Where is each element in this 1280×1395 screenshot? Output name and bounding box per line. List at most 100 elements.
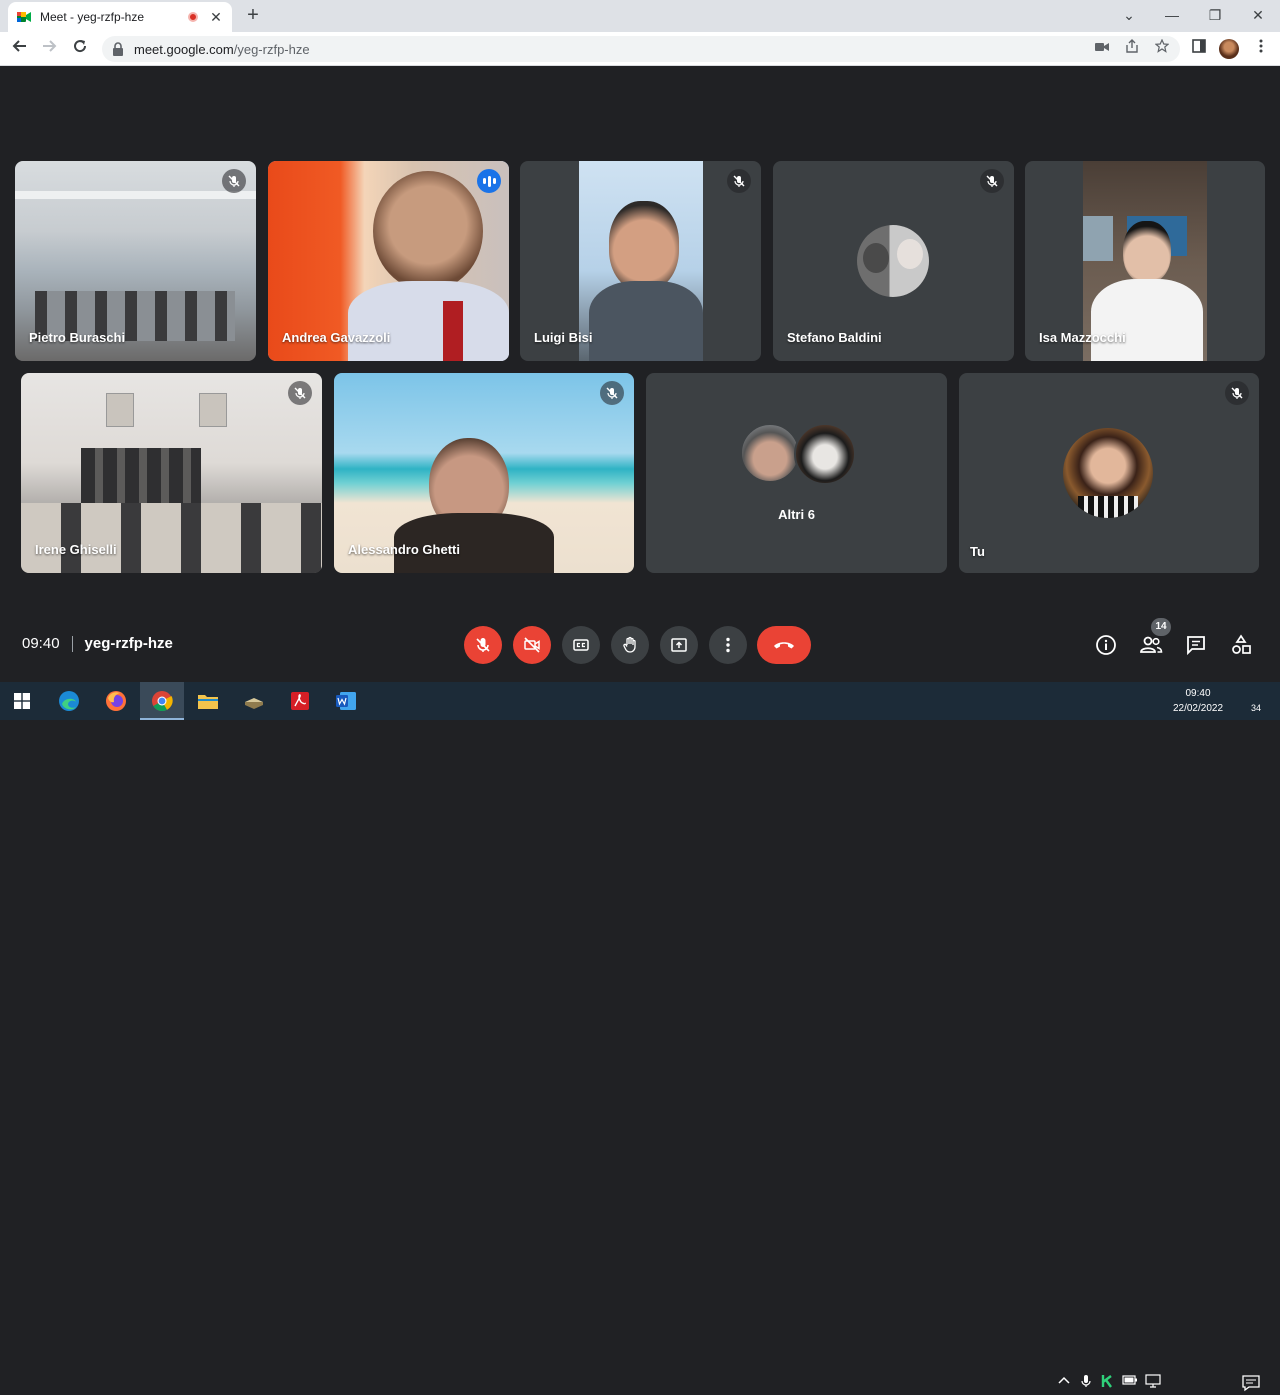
chat-icon	[1187, 636, 1205, 656]
camera-in-use-button[interactable]	[1091, 37, 1113, 59]
closed-captions-icon	[573, 639, 589, 651]
windows-taskbar	[0, 682, 1280, 1392]
browser-tab-bar: Meet - yeg-rzfp-hze ✕ + ⌄ — ❐ ✕	[0, 0, 1280, 32]
firefox-taskbar-button[interactable]	[105, 690, 127, 712]
file-explorer-taskbar-button[interactable]	[197, 690, 219, 712]
side-panel-icon	[1192, 39, 1206, 53]
meeting-time: 09:40	[22, 635, 60, 652]
participant-tile[interactable]: Stefano Baldini	[773, 161, 1014, 361]
forward-button[interactable]	[38, 38, 60, 60]
captions-button[interactable]	[562, 626, 600, 664]
divider	[71, 635, 73, 652]
mic-off-icon	[476, 638, 490, 652]
mic-icon	[1081, 1375, 1091, 1387]
meeting-code: yeg-rzfp-hze	[84, 635, 173, 652]
share-icon	[1126, 39, 1138, 53]
reload-button[interactable]	[69, 38, 91, 60]
more-options-button[interactable]	[709, 626, 747, 664]
show-hidden-icons-button[interactable]	[1056, 1374, 1072, 1388]
browser-toolbar: meet.google.com/yeg-rzfp-hze	[0, 32, 1280, 66]
system-clock[interactable]: 09:40 22/02/2022	[1168, 686, 1228, 716]
folder-icon	[198, 695, 218, 709]
participant-name: Pietro Buraschi	[29, 330, 126, 345]
participant-tile[interactable]: Andrea Gavazzoli	[268, 161, 509, 361]
restore-button[interactable]: ❐	[1201, 4, 1229, 26]
minimize-button[interactable]: —	[1158, 4, 1186, 26]
meeting-info: 09:40 yeg-rzfp-hze	[22, 635, 173, 652]
clock-time: 09:40	[1185, 688, 1211, 699]
raise-hand-button[interactable]	[611, 626, 649, 664]
participant-tile[interactable]: Isa Mazzocchi	[1025, 161, 1265, 361]
chat-button[interactable]	[1183, 632, 1209, 658]
participant-tile[interactable]: Irene Ghiselli	[21, 373, 322, 573]
info-icon	[1096, 635, 1116, 655]
tab-search-button[interactable]: ⌄	[1115, 4, 1143, 26]
hand-icon	[623, 636, 636, 653]
participant-tile[interactable]: Luigi Bisi	[520, 161, 761, 361]
k-app-tray-icon[interactable]	[1099, 1374, 1115, 1391]
participant-name: Alessandro Ghetti	[348, 542, 460, 557]
battery-tray-icon[interactable]	[1122, 1374, 1138, 1388]
toggle-microphone-button[interactable]	[464, 626, 502, 664]
chrome-icon	[152, 691, 173, 712]
address-bar[interactable]: meet.google.com/yeg-rzfp-hze	[102, 36, 1180, 62]
participant-avatar	[794, 423, 856, 485]
tab-title: Meet - yeg-rzfp-hze	[40, 10, 145, 24]
participant-name: Luigi Bisi	[534, 330, 593, 345]
browser-tab-meet[interactable]: Meet - yeg-rzfp-hze ✕	[8, 2, 232, 32]
firefox-icon	[106, 691, 126, 711]
others-tile[interactable]: Altri 6	[646, 373, 947, 573]
profile-avatar[interactable]	[1219, 39, 1239, 59]
hang-up-icon	[774, 642, 794, 649]
activities-button[interactable]	[1228, 632, 1254, 658]
battery-icon	[1122, 1375, 1137, 1385]
pdf-icon	[291, 692, 309, 710]
acrobat-taskbar-button[interactable]	[289, 690, 311, 712]
google-meet-favicon-icon	[17, 12, 31, 22]
leave-call-button[interactable]	[757, 626, 811, 664]
self-tile[interactable]: Tu	[959, 373, 1259, 573]
muted-mic-icon	[727, 169, 751, 193]
url-host: meet.google.com	[134, 41, 234, 57]
books-icon	[245, 698, 263, 709]
shapes-icon	[1232, 634, 1251, 654]
lock-icon	[113, 42, 123, 56]
muted-mic-icon	[1225, 381, 1249, 405]
edge-taskbar-button[interactable]	[58, 690, 80, 712]
participant-video	[579, 161, 703, 361]
share-button[interactable]	[1121, 37, 1143, 59]
side-panel-button[interactable]	[1188, 37, 1210, 59]
participant-tile[interactable]: Pietro Buraschi	[15, 161, 256, 361]
participant-avatar	[740, 423, 800, 483]
video-camera-icon	[1095, 43, 1109, 51]
recording-indicator-icon	[188, 12, 198, 22]
tab-close-button[interactable]: ✕	[208, 9, 224, 26]
others-count-label: Altri 6	[778, 507, 815, 522]
star-icon	[1154, 38, 1170, 53]
camera-off-icon	[524, 637, 540, 653]
windows-logo-icon	[14, 693, 30, 709]
network-tray-icon[interactable]	[1145, 1374, 1161, 1391]
participant-tile[interactable]: Alessandro Ghetti	[334, 373, 634, 573]
notifications-button[interactable]	[1240, 1374, 1262, 1395]
meeting-details-button[interactable]	[1093, 632, 1119, 658]
present-screen-button[interactable]	[660, 626, 698, 664]
app-taskbar-button[interactable]	[243, 690, 265, 712]
muted-mic-icon	[980, 169, 1004, 193]
present-icon	[671, 638, 687, 652]
participant-name: Isa Mazzocchi	[1039, 330, 1126, 345]
more-vertical-icon	[726, 637, 730, 653]
toggle-camera-button[interactable]	[513, 626, 551, 664]
bookmark-button[interactable]	[1151, 37, 1173, 59]
start-button[interactable]	[11, 690, 33, 712]
clock-date: 22/02/2022	[1172, 703, 1224, 714]
reload-icon	[74, 40, 87, 53]
window-close-button[interactable]: ✕	[1244, 4, 1272, 26]
back-button[interactable]	[9, 38, 31, 60]
word-taskbar-button[interactable]	[335, 690, 357, 712]
chrome-taskbar-button[interactable]	[151, 690, 173, 712]
microphone-tray-icon[interactable]	[1078, 1374, 1094, 1391]
browser-menu-button[interactable]	[1250, 37, 1272, 59]
arrow-right-icon	[43, 40, 57, 52]
new-tab-button[interactable]: +	[243, 5, 263, 25]
